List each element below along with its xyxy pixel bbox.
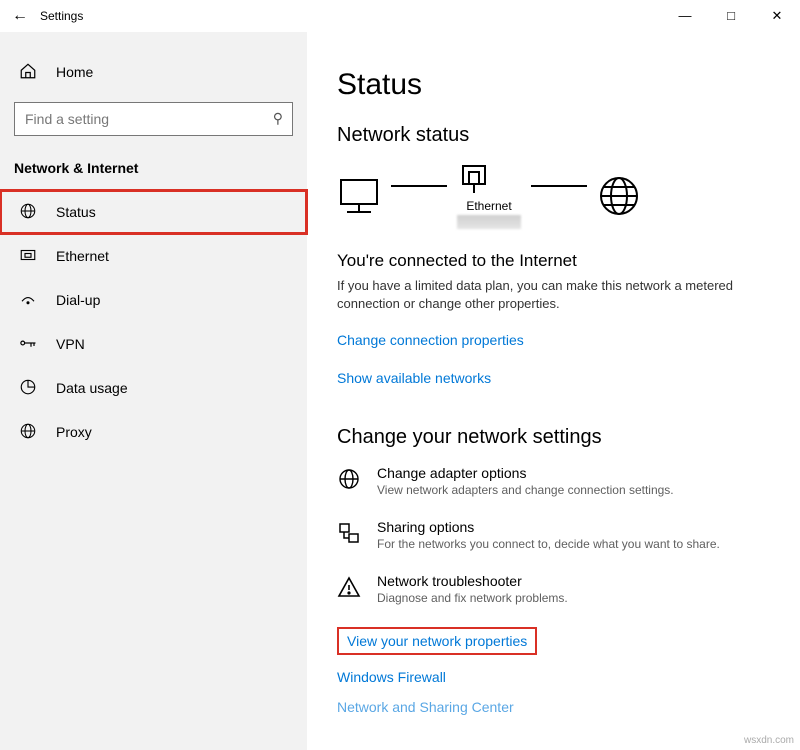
back-button[interactable]: ←	[0, 0, 40, 32]
network-diagram: Ethernet	[337, 163, 770, 229]
window-controls: — □ ✕	[662, 0, 800, 32]
option-adapter[interactable]: Change adapter options View network adap…	[337, 465, 770, 497]
network-sharing-center-link[interactable]: Network and Sharing Center	[337, 699, 770, 715]
diagram-line	[391, 185, 447, 187]
close-button[interactable]: ✕	[754, 0, 800, 32]
maximize-button[interactable]: □	[708, 0, 754, 32]
troubleshooter-icon	[337, 573, 363, 605]
nav-proxy[interactable]: Proxy	[0, 410, 307, 454]
option-troubleshooter[interactable]: Network troubleshooter Diagnose and fix …	[337, 573, 770, 605]
nav-dialup[interactable]: Dial-up	[0, 278, 307, 322]
content: Status Network status Ethernet You're co…	[307, 32, 800, 750]
home-label: Home	[56, 64, 93, 80]
change-connection-properties-link[interactable]: Change connection properties	[337, 332, 524, 348]
nav-datausage[interactable]: Data usage	[0, 366, 307, 410]
category-heading: Network & Internet	[0, 150, 307, 190]
diagram-label: Ethernet	[457, 199, 521, 213]
proxy-icon	[18, 422, 38, 443]
option-title: Sharing options	[377, 519, 720, 535]
watermark: wsxdn.com	[744, 735, 794, 746]
view-network-properties-link[interactable]: View your network properties	[337, 627, 537, 655]
adapter-icon	[337, 465, 363, 497]
router-icon	[457, 163, 491, 197]
window-title: Settings	[40, 9, 83, 23]
connected-desc: If you have a limited data plan, you can…	[337, 277, 737, 312]
option-desc: For the networks you connect to, decide …	[377, 537, 720, 551]
diagram-blur	[457, 215, 521, 229]
nav-status[interactable]: Status	[0, 190, 307, 234]
home-nav[interactable]: Home	[0, 52, 307, 92]
nav-label: Dial-up	[56, 292, 100, 308]
sidebar: Home ⚲ Network & Internet Status Etherne…	[0, 32, 307, 750]
connected-title: You're connected to the Internet	[337, 251, 770, 271]
nav-label: Status	[56, 204, 96, 220]
windows-firewall-link[interactable]: Windows Firewall	[337, 669, 770, 685]
option-title: Network troubleshooter	[377, 573, 568, 589]
page-title: Status	[337, 68, 770, 102]
home-icon	[18, 62, 38, 83]
sharing-icon	[337, 519, 363, 551]
nav-label: VPN	[56, 336, 85, 352]
datausage-icon	[18, 378, 38, 399]
option-title: Change adapter options	[377, 465, 674, 481]
search-container: ⚲	[14, 102, 293, 136]
nav-ethernet[interactable]: Ethernet	[0, 234, 307, 278]
option-desc: Diagnose and fix network problems.	[377, 591, 568, 605]
network-status-heading: Network status	[337, 124, 770, 147]
option-sharing[interactable]: Sharing options For the networks you con…	[337, 519, 770, 551]
nav-vpn[interactable]: VPN	[0, 322, 307, 366]
minimize-button[interactable]: —	[662, 0, 708, 32]
change-settings-heading: Change your network settings	[337, 426, 770, 449]
vpn-icon	[18, 336, 38, 353]
show-available-networks-link[interactable]: Show available networks	[337, 370, 491, 386]
search-input[interactable]	[14, 102, 293, 136]
computer-icon	[337, 176, 381, 216]
nav-label: Ethernet	[56, 248, 109, 264]
status-icon	[18, 202, 38, 223]
nav-label: Proxy	[56, 424, 92, 440]
globe-icon	[597, 174, 641, 218]
search-icon: ⚲	[273, 110, 283, 127]
nav-label: Data usage	[56, 380, 128, 396]
option-desc: View network adapters and change connect…	[377, 483, 674, 497]
ethernet-icon	[18, 246, 38, 267]
router-block: Ethernet	[457, 163, 521, 229]
dialup-icon	[18, 292, 38, 309]
diagram-line	[531, 185, 587, 187]
